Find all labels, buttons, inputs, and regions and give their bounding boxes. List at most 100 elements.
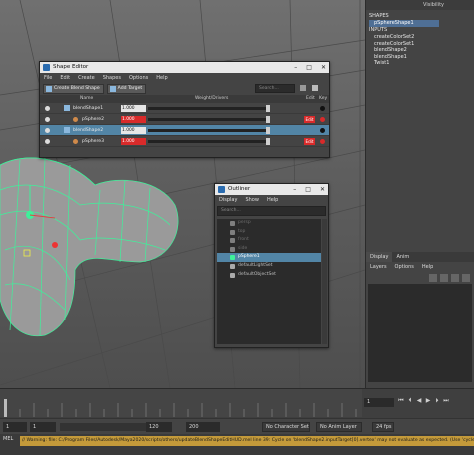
visibility-eye-icon[interactable] [45,106,50,111]
blend-shape-row-selected[interactable]: blendShape2 1.000 [40,125,329,136]
layer-up-icon[interactable] [451,274,459,282]
key-dot-icon[interactable] [320,139,325,144]
weight-slider-knob[interactable] [266,116,270,123]
input-item[interactable]: Twist1 [369,60,471,67]
weight-slider[interactable] [148,107,268,110]
weight-field[interactable]: 1.000 [121,116,146,123]
folder-icon[interactable] [300,85,306,91]
maximize-icon[interactable]: □ [306,62,312,73]
menu-show[interactable]: Show [241,195,263,205]
outliner-item-top[interactable]: top [217,228,321,237]
outliner-item-front[interactable]: front [217,236,321,245]
blend-shape-row[interactable]: blendShape1 1.000 [40,103,329,114]
menu-layers[interactable]: Layers [366,262,391,272]
window-title: Outliner [228,186,251,192]
menu-create[interactable]: Create [74,73,99,83]
menu-help[interactable]: Help [418,262,437,272]
menu-file[interactable]: File [40,73,56,83]
menu-display[interactable]: Display [215,195,241,205]
step-forward-icon[interactable]: ⏵ [434,397,440,405]
column-weight[interactable]: Weight/Drivers [195,95,228,103]
column-name[interactable]: Name [80,95,93,103]
outliner-item-default-light-set[interactable]: defaultLightSet [217,262,321,271]
current-frame-field[interactable]: 1 [364,398,394,407]
outliner-titlebar[interactable]: Outliner – □ ✕ [215,184,328,195]
menu-shapes[interactable]: Shapes [99,73,125,83]
edit-button[interactable]: Edit [304,116,315,123]
target-row[interactable]: pSphere2 1.000 Edit [40,114,329,125]
menu-help[interactable]: Help [263,195,282,205]
create-blend-shape-button[interactable]: Create Blend Shape [43,84,104,94]
layer-down-icon[interactable] [462,274,470,282]
outliner-scrollbar[interactable] [322,219,327,344]
menu-edit[interactable]: Edit [56,73,74,83]
search-input[interactable]: Search... [255,84,295,93]
new-layer-selected-icon[interactable] [440,274,448,282]
new-folder-icon[interactable] [312,85,318,91]
outliner-item-persp[interactable]: persp [217,219,321,228]
inputs-section-title: INPUTS [369,27,388,33]
animation-end-field[interactable]: 200 [186,422,220,432]
blend-shape-node-icon [64,105,70,111]
menu-help[interactable]: Help [152,73,171,83]
outliner-item-default-object-set[interactable]: defaultObjectSet [217,271,321,280]
character-set-dropdown[interactable]: No Character Set [262,422,310,432]
target-row[interactable]: pSphere3 1.000 Edit [40,136,329,147]
item-label: defaultObjectSet [238,271,276,277]
menu-options[interactable]: Options [391,262,418,272]
minimize-icon[interactable]: – [293,184,296,195]
item-label: pSphere1 [238,254,260,260]
step-back-icon[interactable]: ⏴ [407,397,413,405]
playback-start-field[interactable]: 1 [30,422,56,432]
outliner-search-input[interactable]: Search... [217,206,326,216]
tab-display[interactable]: Display [366,252,393,262]
weight-slider-knob[interactable] [266,105,270,112]
fps-dropdown[interactable]: 24 fps [372,422,394,432]
column-edit[interactable]: Edit [306,95,315,103]
playback-end-field[interactable]: 120 [146,422,172,432]
menu-options[interactable]: Options [125,73,152,83]
weight-field[interactable]: 1.000 [121,127,146,134]
visibility-eye-icon[interactable] [45,117,50,122]
edit-button[interactable]: Edit [304,138,315,145]
close-icon[interactable]: ✕ [320,184,325,195]
time-ruler[interactable] [0,389,362,417]
minimize-icon[interactable]: – [294,62,297,73]
go-to-start-icon[interactable]: ⏮ [398,397,404,405]
key-dot-icon[interactable] [320,128,325,133]
visibility-eye-icon[interactable] [45,128,50,133]
new-layer-icon[interactable] [429,274,437,282]
tab-anim[interactable]: Anim [392,252,413,262]
maximize-icon[interactable]: □ [305,184,311,195]
weight-slider[interactable] [148,140,268,143]
weight-slider[interactable] [148,129,268,132]
play-forward-icon[interactable]: ▶ [425,397,431,405]
visibility-eye-icon[interactable] [45,139,50,144]
key-dot-icon[interactable] [320,117,325,122]
close-icon[interactable]: ✕ [321,62,326,73]
weight-slider-knob[interactable] [266,138,270,145]
item-label: defaultLightSet [238,262,273,268]
column-key[interactable]: Key [319,95,327,103]
animation-start-field[interactable]: 1 [3,422,27,432]
mel-label[interactable]: MEL [3,436,13,442]
weight-field[interactable]: 1.000 [121,105,146,112]
key-dot-icon[interactable] [320,106,325,111]
outliner-item-psphere1[interactable]: pSphere1 [217,253,321,262]
weight-slider[interactable] [148,118,268,121]
play-back-icon[interactable]: ◀ [416,397,422,405]
shape-editor-toolbar: Create Blend Shape Add Target Search... [40,83,329,95]
shape-editor-titlebar[interactable]: Shape Editor – □ ✕ [40,62,329,73]
go-to-end-icon[interactable]: ⏭ [443,397,449,405]
layer-list[interactable] [368,284,472,382]
outliner-item-side[interactable]: side [217,245,321,254]
weight-field[interactable]: 1.000 [121,138,146,145]
window-title: Shape Editor [53,64,89,70]
outliner-menubar: Display Show Help [215,195,328,205]
add-target-button[interactable]: Add Target [106,84,147,94]
weight-slider-knob[interactable] [266,127,270,134]
shape-item-selected[interactable]: pSphereShape1 [369,20,439,27]
anim-layer-dropdown[interactable]: No Anim Layer [316,422,362,432]
time-slider[interactable]: 1 ⏮ ⏴ ◀ ▶ ⏵ ⏭ [0,388,474,418]
item-label: persp [238,220,251,225]
